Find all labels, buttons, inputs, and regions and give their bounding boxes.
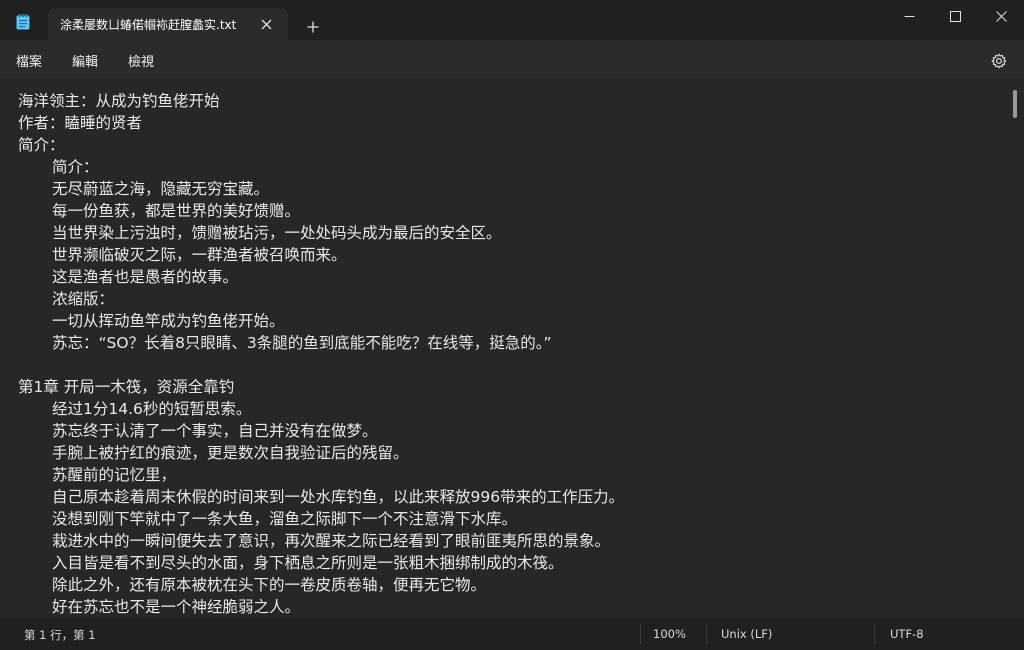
editor-content[interactable]: 海洋领主：从成为钓鱼佬开始 作者：瞌睡的贤者 简介： 简介： 无尽蔚蓝之海，隐藏无穷宝藏…: [18, 90, 1008, 618]
status-bar: 第 1 行，第 1 100% Unix (LF) UTF-8: [0, 618, 1024, 650]
text-line: 第1章 开局一木筏，资源全靠钓: [18, 378, 235, 396]
vertical-scrollbar[interactable]: [1013, 90, 1017, 118]
maximize-button[interactable]: [932, 0, 978, 32]
encoding[interactable]: UTF-8: [890, 627, 924, 641]
notepad-icon: [16, 14, 30, 30]
text-line: 除此之外，还有原本被枕在头下的一卷皮质卷轴，便再无它物。: [52, 576, 487, 594]
menu-view[interactable]: 檢視: [128, 51, 154, 70]
close-icon: [995, 10, 1007, 22]
text-editor[interactable]: 海洋领主：从成为钓鱼佬开始 作者：瞌睡的贤者 简介： 简介： 无尽蔚蓝之海，隐藏无穷宝藏…: [0, 78, 1024, 618]
text-line: 海洋领主：从成为钓鱼佬开始: [18, 92, 220, 110]
new-tab-button[interactable]: [300, 14, 326, 40]
text-line: 好在苏忘也不是一个神经脆弱之人。: [52, 598, 301, 616]
text-line: 入目皆是看不到尽头的水面，身下栖息之所则是一张粗木捆绑制成的木筏。: [52, 554, 564, 572]
text-line: 苏醒前的记忆里，: [52, 466, 177, 484]
text-line: 世界濒临破灭之际，一群渔者被召唤而来。: [52, 246, 347, 264]
close-icon: [261, 19, 271, 29]
close-window-button[interactable]: [978, 0, 1024, 32]
text-line: 简介：: [52, 158, 99, 176]
plus-icon: [307, 21, 319, 33]
text-line: 浓缩版：: [52, 290, 115, 308]
text-line: 无尽蔚蓝之海，隐藏无穷宝藏。: [52, 180, 270, 198]
minimize-icon: [904, 15, 914, 17]
text-line: 经过1分14.6秒的短暂思索。: [52, 400, 252, 418]
menu-edit[interactable]: 編輯: [72, 51, 98, 70]
maximize-icon: [949, 10, 961, 22]
text-line: 自己原本趁着周末休假的时间来到一处水库钓鱼，以此来释放996带来的工作压力。: [52, 488, 625, 506]
text-line: 手腕上被拧红的痕迹，更是数次自我验证后的残留。: [52, 444, 409, 462]
settings-button[interactable]: [988, 50, 1010, 72]
title-bar[interactable]: 涂柔屡数ㄩ蝽偌帼袮赶膣蠡实.txt: [0, 0, 1024, 40]
text-line: 苏忘：“SO？长着8只眼睛、3条腿的鱼到底能不能吃？在线等，挺急的。”: [52, 334, 552, 352]
text-line: 当世界染上污浊时，馈赠被玷污，一处处码头成为最后的安全区。: [52, 224, 502, 242]
notepad-window: 涂柔屡数ㄩ蝽偌帼袮赶膣蠡实.txt 檔案 編輯 檢視 海洋领主：从成为钓鱼佬开始…: [0, 0, 1024, 650]
close-tab-button[interactable]: [254, 12, 278, 36]
text-line: 这是渔者也是愚者的故事。: [52, 268, 239, 286]
gear-icon: [991, 53, 1007, 69]
text-line: 一切从挥动鱼竿成为钓鱼佬开始。: [52, 312, 285, 330]
text-line: 作者：瞌睡的贤者: [18, 114, 143, 132]
text-line: 栽进水中的一瞬间便失去了意识，再次醒来之际已经看到了眼前匪夷所思的景象。: [52, 532, 611, 550]
cursor-position: 第 1 行，第 1: [24, 628, 96, 642]
menu-bar: 檔案 編輯 檢視: [0, 40, 1024, 78]
minimize-button[interactable]: [886, 0, 932, 32]
text-line: 简介：: [18, 136, 65, 154]
tab-document[interactable]: 涂柔屡数ㄩ蝽偌帼袮赶膣蠡实.txt: [48, 8, 288, 40]
text-line: 没想到刚下竿就中了一条大鱼，溜鱼之际脚下一个不注意滑下水库。: [52, 510, 518, 528]
menu-file[interactable]: 檔案: [16, 51, 42, 70]
status-divider: [874, 624, 875, 644]
text-line: 苏忘终于认清了一个事实，自己并没有在做梦。: [52, 422, 378, 440]
text-line: 每一份鱼获，都是世界的美好馈赠。: [52, 202, 301, 220]
status-divider: [706, 624, 707, 644]
status-divider: [640, 624, 641, 644]
text-line: [18, 354, 1008, 376]
tab-title: 涂柔屡数ㄩ蝽偌帼袮赶膣蠡实.txt: [60, 18, 237, 32]
line-ending[interactable]: Unix (LF): [721, 627, 772, 641]
zoom-level[interactable]: 100%: [653, 627, 686, 641]
